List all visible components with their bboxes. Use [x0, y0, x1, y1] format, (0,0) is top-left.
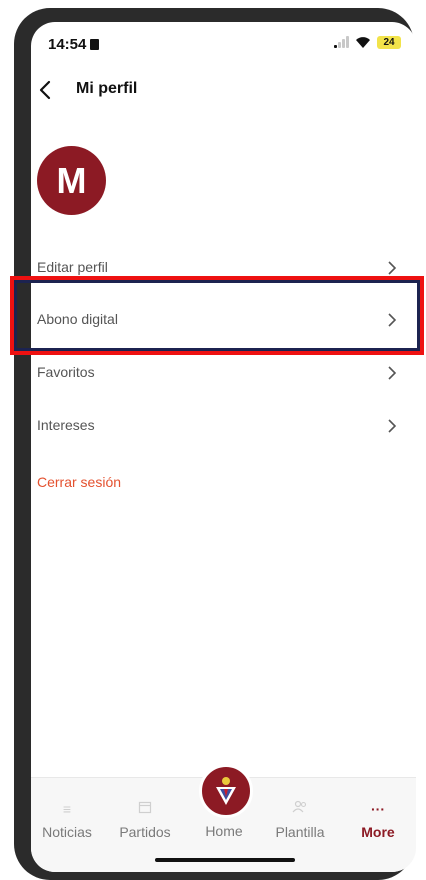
- menu-item-intereses[interactable]: Intereses: [31, 401, 416, 453]
- tab-label: Plantilla: [275, 824, 325, 840]
- menu-item-label: Favoritos: [37, 364, 95, 380]
- avatar: M: [37, 146, 106, 215]
- highlight-inner-border: [14, 280, 420, 351]
- tab-home-label: Home: [205, 823, 243, 839]
- phone-screen: 14:54 24 Mi perfil M Editar perfil Abono…: [31, 22, 416, 872]
- logout-link[interactable]: Cerrar sesión: [37, 474, 121, 490]
- sim-icon: [90, 39, 100, 50]
- tab-label: More: [361, 824, 395, 840]
- back-arrow-icon[interactable]: [35, 79, 57, 101]
- ellipsis-icon: ···: [371, 801, 385, 817]
- chevron-right-icon: [388, 419, 397, 433]
- page-header: Mi perfil: [31, 74, 416, 110]
- page-title: Mi perfil: [76, 80, 138, 97]
- tab-home[interactable]: [199, 764, 253, 818]
- tab-label: Partidos: [119, 824, 171, 840]
- battery-icon: 24: [377, 36, 401, 49]
- wifi-icon: [356, 37, 370, 48]
- signal-icon: [334, 36, 350, 48]
- calendar-icon: [136, 800, 154, 818]
- menu-item-favoritos[interactable]: Favoritos: [31, 348, 416, 400]
- home-indicator: [155, 858, 295, 862]
- menu-item-editar-perfil[interactable]: Editar perfil: [31, 251, 416, 279]
- status-time-text: 14:54: [48, 36, 87, 53]
- list-icon: ≡: [62, 801, 72, 817]
- tab-noticias[interactable]: ≡ Noticias: [31, 800, 105, 840]
- menu-item-label: Intereses: [37, 417, 95, 433]
- menu-item-label: Editar perfil: [37, 259, 108, 275]
- tab-more[interactable]: ··· More: [340, 800, 416, 840]
- club-crest-icon: [216, 777, 236, 805]
- people-icon: [291, 800, 309, 818]
- chevron-right-icon: [388, 366, 397, 380]
- chevron-right-icon: [388, 261, 397, 275]
- tab-partidos[interactable]: Partidos: [107, 800, 183, 840]
- status-bar: 14:54 24: [31, 22, 416, 66]
- status-time: 14:54: [48, 36, 100, 53]
- tab-plantilla[interactable]: Plantilla: [262, 800, 338, 840]
- tab-label: Noticias: [42, 824, 92, 840]
